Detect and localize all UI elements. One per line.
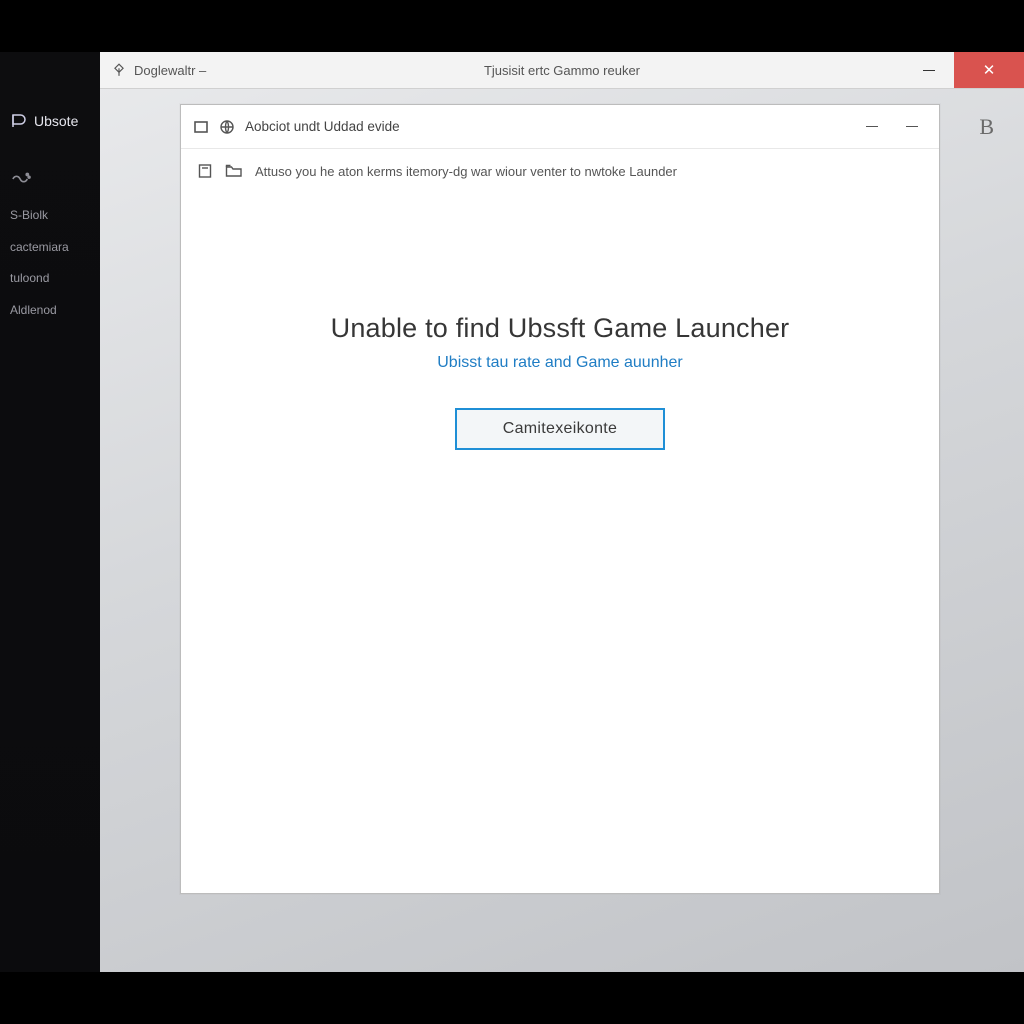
error-block: Unable to find Ubssft Game Launcher Ubis… [181,313,939,450]
primary-button[interactable]: Camitexeikonte [455,408,665,450]
dialog-header-text: Aobciot undt Uddad evide [245,119,400,134]
sidebar-item-3[interactable]: Aldlenod [10,303,90,319]
brand-logo-icon [10,112,28,130]
dialog: Aobciot undt Uddad evide [180,104,940,894]
dialog-sub-text: Attuso you he aton kerms itemory-dg war … [255,164,677,179]
square-icon [193,119,209,135]
sidebar-item-0[interactable]: S-Biolk [10,208,90,224]
error-link[interactable]: Ubisst tau rate and Game auunher [181,354,939,372]
dialog-subheader: Attuso you he aton kerms itemory-dg war … [181,149,939,193]
dialog-min1-button[interactable] [857,113,887,141]
brand-label: Ubsote [34,113,78,129]
sidebar-glyph-icon [10,170,90,188]
folder-icon [225,163,243,179]
globe-icon [219,119,235,135]
desktop: Doglewaltr – Tjusisit ertc Gammo reuker … [100,52,1024,972]
page-icon [197,163,213,179]
sidebar-item-2[interactable]: tuloond [10,271,90,287]
window-titlebar: Doglewaltr – Tjusisit ertc Gammo reuker … [100,52,1024,89]
app-icon [112,63,126,77]
sidebar-item-1[interactable]: cactemiara [10,240,90,256]
close-button[interactable]: ✕ [954,52,1024,88]
dialog-min2-button[interactable] [897,113,927,141]
sidebar: Ubsote S-Biolk cactemiara tuloond Aldlen… [0,52,100,972]
minimize-button[interactable] [904,52,954,88]
dialog-header: Aobciot undt Uddad evide [181,105,939,149]
corner-letter: B [979,114,994,140]
app-label: Doglewaltr – [134,63,206,78]
stage: Ubsote S-Biolk cactemiara tuloond Aldlen… [0,52,1024,972]
window-title: Tjusisit ertc Gammo reuker [100,63,1024,78]
error-title: Unable to find Ubssft Game Launcher [181,313,939,344]
brand[interactable]: Ubsote [10,112,90,130]
dialog-body: Unable to find Ubssft Game Launcher Ubis… [181,193,939,893]
window-buttons: ✕ [904,52,1024,88]
